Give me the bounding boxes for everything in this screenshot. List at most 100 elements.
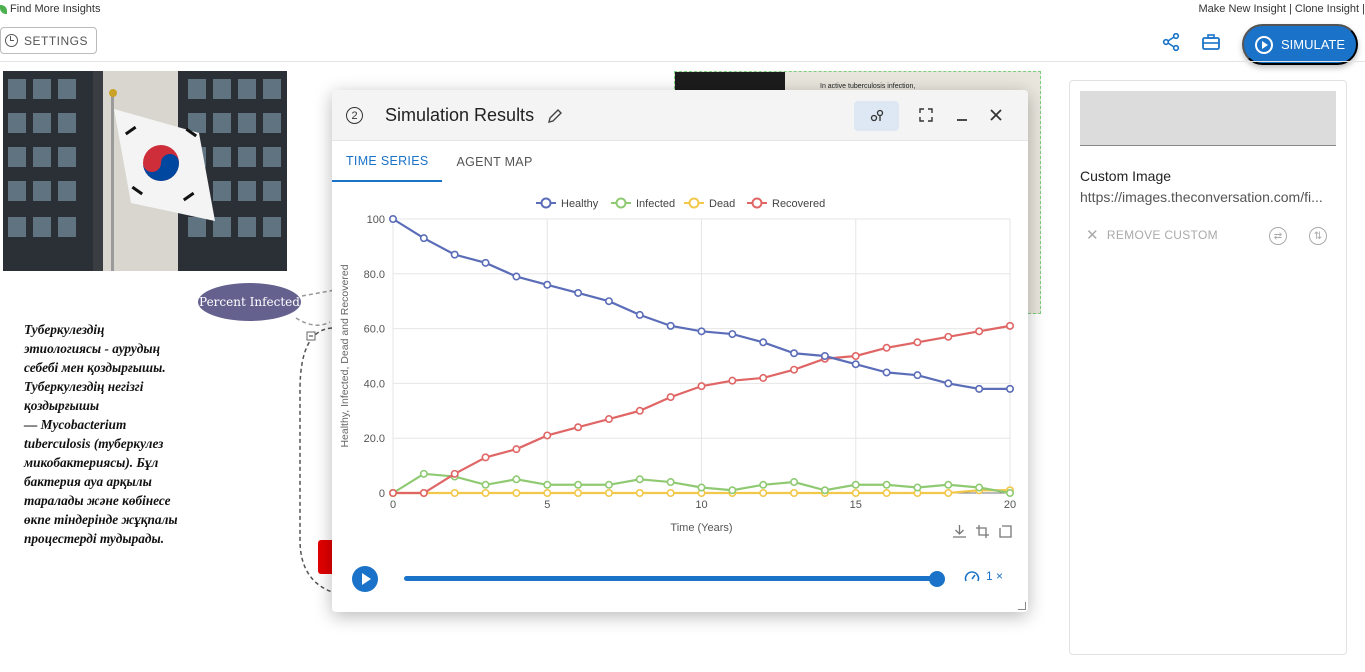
- data-point-recovered[interactable]: [574, 423, 583, 432]
- resize-handle[interactable]: [1018, 602, 1026, 610]
- data-point-recovered[interactable]: [419, 488, 428, 497]
- data-point-infected[interactable]: [604, 480, 613, 489]
- crop-icon[interactable]: [975, 524, 990, 539]
- data-point-healthy[interactable]: [635, 310, 644, 319]
- data-point-recovered[interactable]: [635, 406, 644, 415]
- tuberculosis-text-note[interactable]: Туберкулездің этиологиясы - аурудың себе…: [24, 320, 224, 548]
- data-point-dead[interactable]: [882, 488, 891, 497]
- data-point-recovered[interactable]: [790, 365, 799, 374]
- data-point-healthy[interactable]: [944, 379, 953, 388]
- data-point-recovered[interactable]: [512, 445, 521, 454]
- data-point-infected[interactable]: [975, 483, 984, 492]
- data-point-recovered[interactable]: [913, 338, 922, 347]
- data-point-recovered[interactable]: [543, 431, 552, 440]
- data-point-infected[interactable]: [574, 480, 583, 489]
- data-point-infected[interactable]: [728, 486, 737, 495]
- data-point-healthy[interactable]: [419, 234, 428, 243]
- sort-icon[interactable]: ⇅: [1309, 227, 1327, 245]
- data-point-infected[interactable]: [944, 480, 953, 489]
- share-icon[interactable]: [1162, 33, 1180, 51]
- tab-agent-map[interactable]: AGENT MAP: [442, 142, 546, 182]
- compare-button[interactable]: [854, 101, 899, 131]
- data-point-dead[interactable]: [512, 488, 521, 497]
- data-point-recovered[interactable]: [882, 343, 891, 352]
- data-point-recovered[interactable]: [944, 332, 953, 341]
- remove-custom-button[interactable]: ✕ REMOVE CUSTOM: [1086, 226, 1218, 244]
- data-point-dead[interactable]: [574, 488, 583, 497]
- data-point-infected[interactable]: [543, 480, 552, 489]
- data-point-infected[interactable]: [790, 478, 799, 487]
- data-point-recovered[interactable]: [728, 376, 737, 385]
- data-point-infected[interactable]: [882, 480, 891, 489]
- data-point-dead[interactable]: [759, 488, 768, 497]
- simulate-button[interactable]: SIMULATE: [1242, 24, 1358, 65]
- data-point-healthy[interactable]: [388, 214, 397, 223]
- play-button[interactable]: [352, 566, 378, 592]
- help-number-icon[interactable]: 2: [346, 107, 363, 124]
- data-point-healthy[interactable]: [450, 250, 459, 259]
- data-point-healthy[interactable]: [481, 258, 490, 267]
- time-slider[interactable]: [404, 571, 945, 587]
- data-point-healthy[interactable]: [666, 321, 675, 330]
- data-point-healthy[interactable]: [697, 327, 706, 336]
- data-point-dead[interactable]: [450, 488, 459, 497]
- slider-handle[interactable]: [929, 571, 945, 587]
- data-point-healthy[interactable]: [851, 360, 860, 369]
- tab-time-series[interactable]: TIME SERIES: [332, 142, 443, 182]
- data-point-healthy[interactable]: [574, 288, 583, 297]
- data-point-recovered[interactable]: [666, 393, 675, 402]
- data-point-recovered[interactable]: [388, 488, 397, 497]
- data-point-infected[interactable]: [1005, 488, 1014, 497]
- percent-infected-node[interactable]: Percent Infected: [198, 283, 301, 321]
- data-point-healthy[interactable]: [790, 349, 799, 358]
- data-point-recovered[interactable]: [697, 382, 706, 391]
- pencil-icon[interactable]: [547, 108, 563, 124]
- insight-links[interactable]: Make New Insight | Clone Insight |: [1198, 3, 1365, 15]
- data-point-infected[interactable]: [851, 480, 860, 489]
- briefcase-icon[interactable]: [1202, 34, 1220, 50]
- data-point-recovered[interactable]: [450, 469, 459, 478]
- reset-zoom-icon[interactable]: [998, 524, 1013, 539]
- legend-label-recovered[interactable]: Recovered: [772, 198, 825, 210]
- data-point-infected[interactable]: [666, 478, 675, 487]
- data-point-healthy[interactable]: [604, 297, 613, 306]
- speed-control[interactable]: 1 ×: [964, 569, 1003, 583]
- data-point-healthy[interactable]: [820, 352, 829, 361]
- data-point-recovered[interactable]: [604, 415, 613, 424]
- data-point-healthy[interactable]: [913, 371, 922, 380]
- data-point-dead[interactable]: [481, 488, 490, 497]
- data-point-healthy[interactable]: [512, 272, 521, 281]
- legend-label-infected[interactable]: Infected: [636, 198, 675, 210]
- data-point-dead[interactable]: [851, 488, 860, 497]
- data-point-healthy[interactable]: [1005, 384, 1014, 393]
- data-point-dead[interactable]: [635, 488, 644, 497]
- data-point-infected[interactable]: [913, 483, 922, 492]
- data-point-dead[interactable]: [944, 488, 953, 497]
- data-point-healthy[interactable]: [543, 280, 552, 289]
- data-point-infected[interactable]: [635, 475, 644, 484]
- data-point-healthy[interactable]: [975, 384, 984, 393]
- data-point-infected[interactable]: [481, 480, 490, 489]
- close-button[interactable]: [984, 103, 1008, 127]
- data-point-recovered[interactable]: [481, 453, 490, 462]
- data-point-recovered[interactable]: [851, 352, 860, 361]
- data-point-dead[interactable]: [790, 488, 799, 497]
- data-point-healthy[interactable]: [882, 368, 891, 377]
- data-point-recovered[interactable]: [975, 327, 984, 336]
- data-point-recovered[interactable]: [759, 373, 768, 382]
- data-point-infected[interactable]: [820, 486, 829, 495]
- download-icon[interactable]: [952, 524, 967, 539]
- data-point-infected[interactable]: [697, 483, 706, 492]
- swap-icon[interactable]: ⇄: [1269, 227, 1287, 245]
- data-point-infected[interactable]: [759, 480, 768, 489]
- data-point-infected[interactable]: [512, 475, 521, 484]
- data-point-dead[interactable]: [666, 488, 675, 497]
- legend-label-healthy[interactable]: Healthy: [561, 198, 599, 210]
- legend-label-dead[interactable]: Dead: [709, 198, 735, 210]
- data-point-dead[interactable]: [604, 488, 613, 497]
- data-point-dead[interactable]: [543, 488, 552, 497]
- fullscreen-button[interactable]: [914, 103, 938, 127]
- data-point-infected[interactable]: [419, 469, 428, 478]
- data-point-healthy[interactable]: [728, 330, 737, 339]
- data-point-recovered[interactable]: [1005, 321, 1014, 330]
